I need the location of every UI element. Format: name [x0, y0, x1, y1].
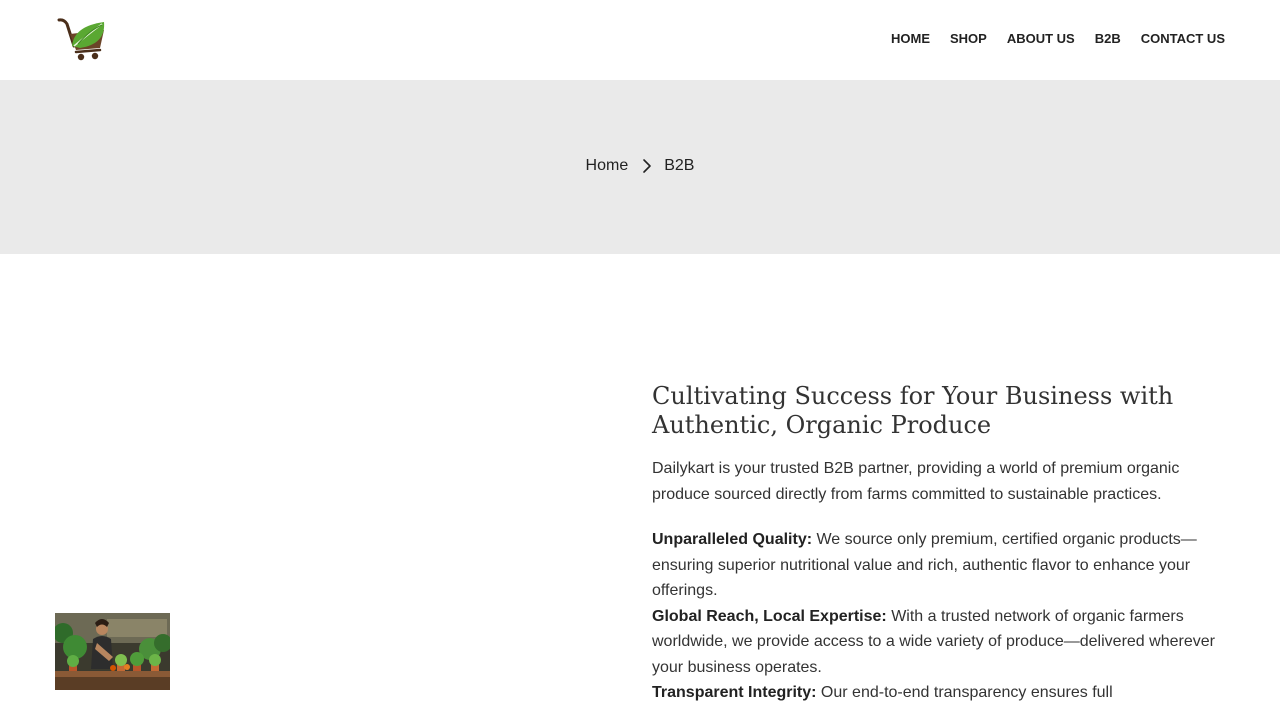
- page-headline: Cultivating Success for Your Business wi…: [652, 382, 1174, 439]
- nav-b2b[interactable]: B2B: [1095, 31, 1121, 46]
- feature-global-reach-title: Global Reach, Local Expertise:: [652, 607, 887, 625]
- nav-about-us[interactable]: ABOUT US: [1007, 31, 1075, 46]
- nav-shop[interactable]: SHOP: [950, 31, 987, 46]
- intro-paragraph: Dailykart is your trusted B2B partner, p…: [652, 460, 1180, 503]
- chevron-right-icon: [638, 157, 656, 175]
- breadcrumb-home-link[interactable]: Home: [586, 157, 629, 175]
- page-banner: Home B2B: [0, 80, 1280, 254]
- feature-transparency: Transparent Integrity: Our end-to-end tr…: [652, 680, 1232, 706]
- feature-transparency-title: Transparent Integrity:: [652, 684, 817, 701]
- feature-global-reach: Global Reach, Local Expertise: With a tr…: [652, 604, 1232, 681]
- breadcrumb: Home B2B: [0, 157, 1280, 175]
- feature-quality: Unparalleled Quality: We source only pre…: [652, 527, 1232, 604]
- main-navigation: HOME SHOP ABOUT US B2B CONTACT US: [891, 31, 1225, 46]
- nav-contact-us[interactable]: CONTACT US: [1141, 31, 1225, 46]
- farmer-greenhouse-image: [55, 613, 170, 690]
- dailykart-logo[interactable]: [56, 16, 112, 62]
- nav-home[interactable]: HOME: [891, 31, 930, 46]
- b2b-intro-section: Cultivating Success for Your Business wi…: [652, 382, 1232, 706]
- feature-quality-title: Unparalleled Quality:: [652, 531, 813, 548]
- site-header: HOME SHOP ABOUT US B2B CONTACT US: [0, 0, 1280, 80]
- feature-transparency-text: Our end-to-end transparency ensures full: [816, 684, 1113, 701]
- breadcrumb-current: B2B: [664, 157, 695, 174]
